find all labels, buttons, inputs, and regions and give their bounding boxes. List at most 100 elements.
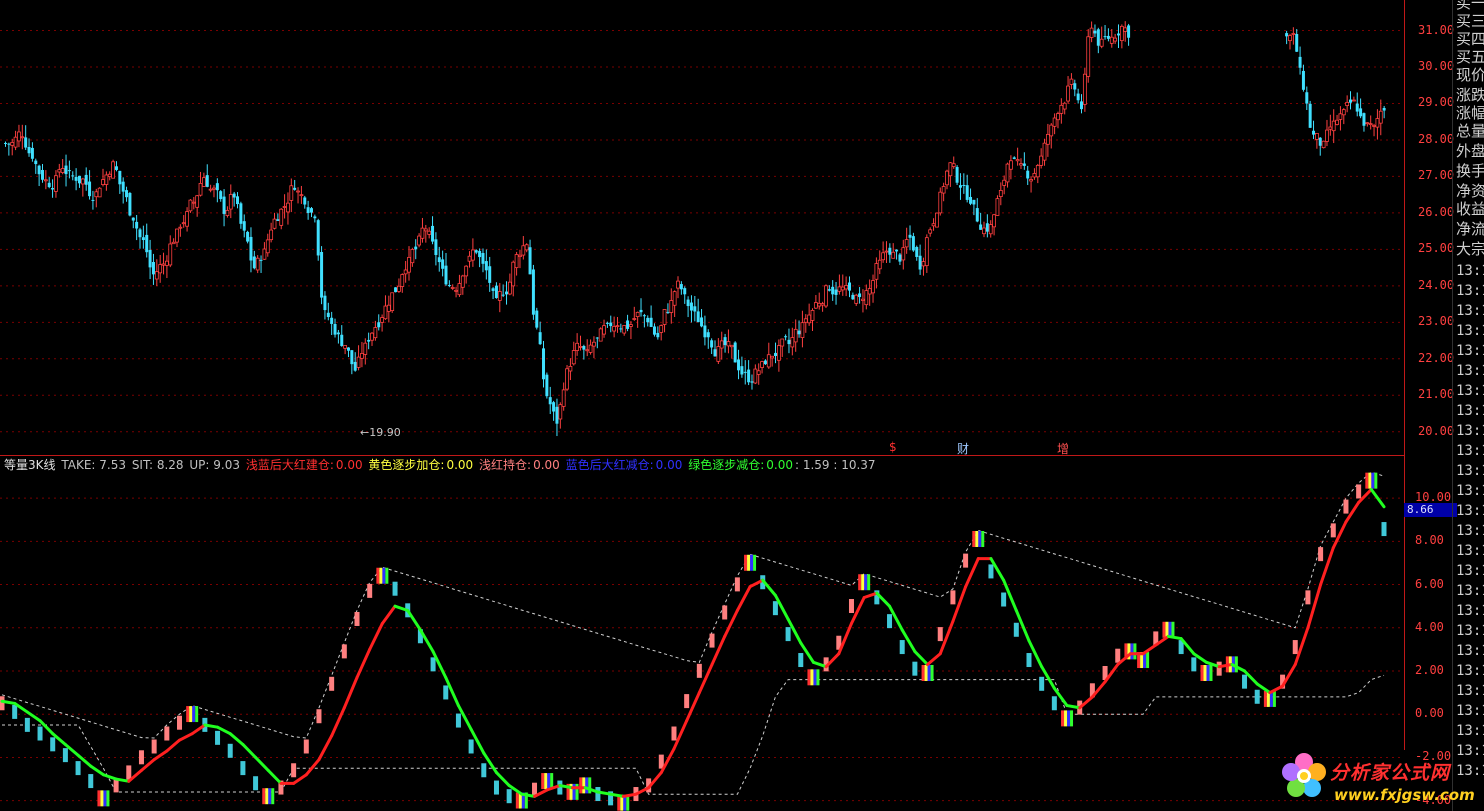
turn-marker-bar	[1209, 665, 1213, 681]
current-value-box: 8.66	[1404, 503, 1457, 517]
side-panel-item[interactable]: 净资	[1456, 182, 1484, 200]
side-panel-item[interactable]: 总量	[1456, 122, 1484, 140]
sit-line-segment	[1166, 634, 1183, 641]
take-step-bar	[392, 581, 398, 596]
legend-item-value: 0.00	[533, 458, 560, 472]
indicator-legend: 等量3K线 TAKE: 7.53 SIT: 8.28 UP: 9.03 浅蓝后大…	[4, 456, 878, 473]
trade-time-row: 13:1	[1456, 423, 1484, 439]
turn-marker-bar	[816, 669, 820, 686]
trade-time-row: 13:1	[1456, 643, 1484, 659]
sit-line-segment	[368, 621, 384, 651]
sit-line-segment	[241, 742, 258, 759]
turn-marker-bar	[547, 773, 551, 790]
sit-line-segment	[355, 647, 372, 679]
side-panel-item[interactable]: 涨跌	[1456, 86, 1484, 104]
turn-marker-bar	[864, 574, 868, 591]
take-step-bar	[988, 564, 994, 579]
side-panel-item[interactable]: 买四	[1456, 30, 1484, 48]
sit-line-segment	[406, 608, 422, 632]
side-panel-item[interactable]: 涨幅	[1456, 104, 1484, 122]
turn-marker-bar	[810, 669, 814, 686]
sit-line-segment	[254, 755, 270, 772]
take-step-bar	[1254, 689, 1260, 704]
side-panel-item[interactable]: 外盘	[1456, 142, 1484, 160]
chart-area[interactable]	[0, 0, 1404, 811]
take-step-bar	[240, 761, 246, 776]
turn-marker-bar	[1263, 690, 1267, 707]
legend-item-value: 0.00	[766, 458, 793, 472]
take-step-bar	[684, 694, 690, 709]
turn-marker-bar	[924, 665, 928, 681]
take-step-bar	[468, 739, 474, 754]
take-step-bar	[481, 763, 487, 778]
sit-line-segment	[89, 764, 105, 777]
side-panel-item[interactable]: 大宗	[1456, 240, 1484, 258]
take-step-bar	[316, 709, 322, 724]
side-panel-item[interactable]: 买五	[1456, 48, 1484, 66]
take-step-bar	[253, 776, 259, 791]
take-step-bar	[88, 774, 94, 789]
quote-side-panel: 买一买三买四买五现价涨跌涨幅总量外盘换手净资收益净流大宗 13:1 13:1 13:1…	[1452, 0, 1484, 811]
take-step-bar	[722, 605, 728, 620]
price-tick-label: 27.00	[1418, 168, 1455, 183]
legend-title[interactable]: 等量3K线	[4, 458, 56, 472]
take-step-bar	[24, 717, 30, 732]
take-step-bar	[50, 737, 56, 752]
price-tick-label: 25.00	[1418, 241, 1455, 256]
take-step-bar	[1191, 657, 1197, 672]
trade-time-row: 13:1	[1456, 503, 1484, 519]
take-step-bar	[1039, 676, 1045, 691]
sit-line-segment	[114, 777, 131, 783]
price-tick-label: 22.00	[1418, 350, 1455, 365]
take-step-bar	[367, 583, 373, 598]
watermark-title: 分析家公式网	[1330, 762, 1451, 784]
take-step-bar	[177, 715, 183, 730]
legend-take: TAKE: 7.53	[61, 458, 126, 472]
side-panel-item[interactable]: 换手	[1456, 162, 1484, 180]
turn-marker-bar	[747, 554, 751, 571]
side-panel-item[interactable]: 现价	[1456, 66, 1484, 84]
sit-line-segment	[926, 652, 942, 667]
side-panel-item[interactable]: 净流	[1456, 220, 1484, 238]
take-step-bar	[443, 685, 449, 700]
turn-marker-bar	[1130, 643, 1134, 660]
turn-marker-bar	[972, 531, 976, 547]
legend-item-label: 浅红持仓:	[479, 458, 532, 472]
sit-line-segment	[380, 604, 397, 625]
turn-marker-bar	[858, 574, 862, 591]
sit-line-segment	[1065, 704, 1082, 710]
event-marker-finance[interactable]: 财	[957, 440, 969, 457]
indicator-chart[interactable]	[0, 0, 1404, 811]
trade-time-row: 13:1	[1456, 723, 1484, 739]
trade-time-row: 13:1	[1456, 683, 1484, 699]
take-step-bar	[126, 765, 132, 780]
take-step-bar	[75, 761, 81, 776]
take-step-bar	[848, 599, 854, 613]
take-step-bar	[772, 601, 778, 616]
sit-line-segment	[1217, 663, 1234, 669]
take-step-bar	[798, 653, 804, 668]
turn-marker-bar	[753, 554, 757, 571]
take-step-bar	[354, 611, 360, 626]
legend-item-value: 0.00	[655, 458, 683, 472]
event-marker-dollar[interactable]: $	[889, 440, 897, 454]
turn-marker-bar	[192, 706, 196, 723]
turn-marker-bar	[978, 531, 982, 547]
turn-marker-bar	[268, 788, 272, 805]
indicator-tick-label: 0.00	[1415, 706, 1444, 721]
side-panel-item[interactable]: 买三	[1456, 12, 1484, 30]
high-envelope-line	[1, 471, 1385, 739]
sit-line-segment	[0, 699, 17, 705]
sit-line-segment	[165, 738, 182, 753]
turn-marker-bar	[813, 669, 817, 686]
take-step-bar	[227, 743, 233, 758]
take-step-bar	[151, 739, 157, 754]
event-marker-increase[interactable]: 增	[1057, 440, 1069, 457]
side-panel-item[interactable]: 收益	[1456, 200, 1484, 218]
side-panel-item[interactable]: 买一	[1456, 0, 1484, 12]
sit-line-segment	[621, 792, 638, 798]
trade-time-row: 13:1	[1456, 263, 1484, 279]
turn-marker-bar	[1064, 710, 1068, 727]
price-tick-label: 30.00	[1418, 59, 1455, 73]
price-tick-label: 28.00	[1418, 131, 1455, 146]
